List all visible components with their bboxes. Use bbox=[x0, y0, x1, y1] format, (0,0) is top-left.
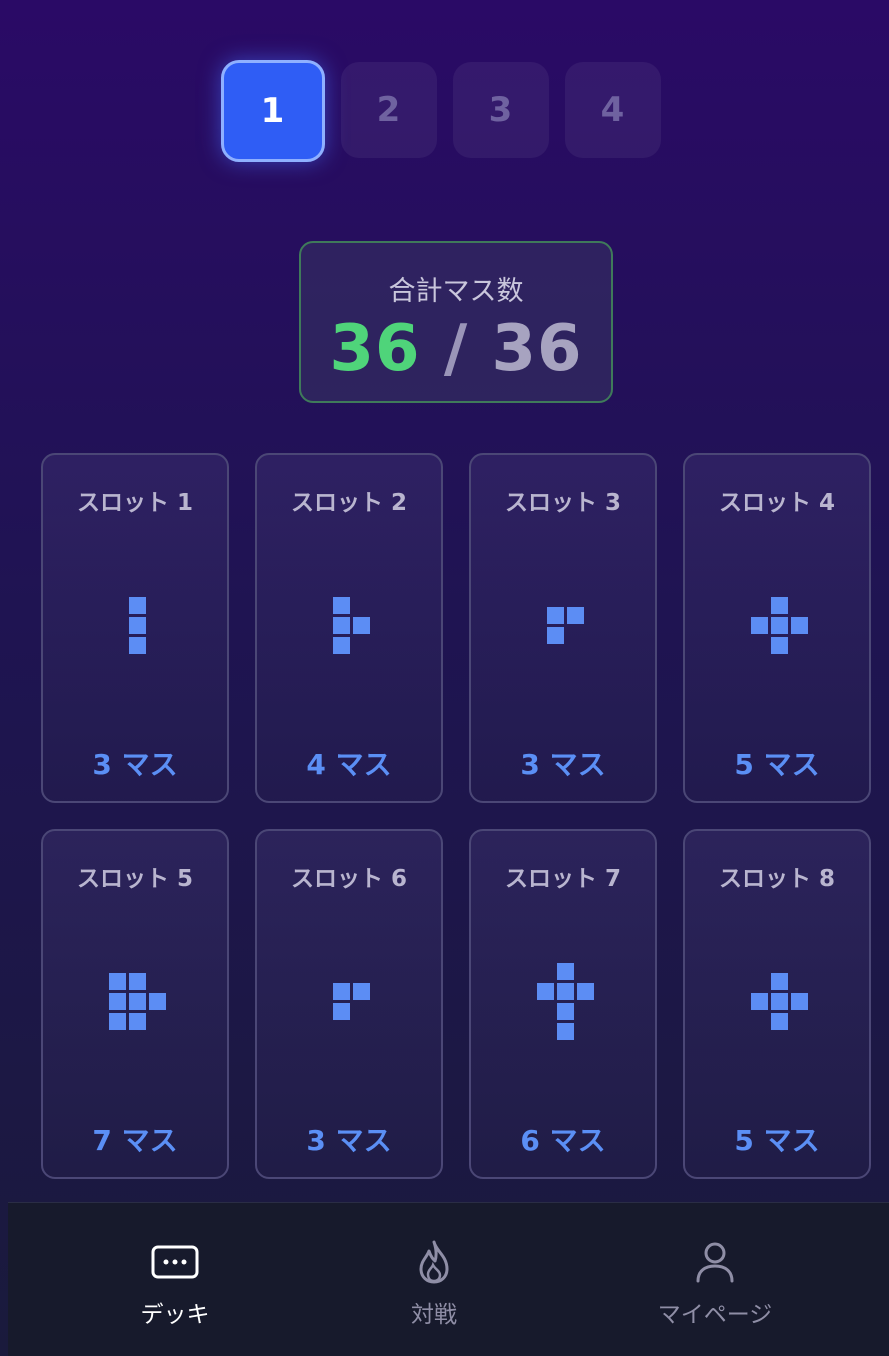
slot-title: スロット 1 bbox=[76, 490, 193, 516]
nav-item-battle[interactable]: 対戦 bbox=[334, 1237, 534, 1329]
nav-item-mypage[interactable]: マイページ bbox=[615, 1237, 815, 1329]
slot-grid: スロット 1 3 マス スロット 2 4 マス スロット 3 3 マス スロット… bbox=[41, 453, 871, 1179]
slot-card-1[interactable]: スロット 1 3 マス bbox=[41, 453, 229, 803]
slot-card-5[interactable]: スロット 5 7 マス bbox=[41, 829, 229, 1179]
slot-title: スロット 2 bbox=[290, 490, 407, 516]
slot-card-2[interactable]: スロット 2 4 マス bbox=[255, 453, 443, 803]
piece-shape-icon bbox=[471, 963, 655, 1041]
slot-cell-count: 3 マス bbox=[92, 748, 178, 781]
deck-tab-1[interactable]: 1 bbox=[220, 60, 325, 162]
piece-shape-icon bbox=[685, 595, 869, 665]
piece-shape-icon bbox=[685, 971, 869, 1041]
slot-title: スロット 6 bbox=[290, 866, 407, 892]
bottom-nav: デッキ 対戦 マイページ bbox=[8, 1202, 889, 1356]
slot-title: スロット 3 bbox=[504, 490, 621, 516]
piece-shape-icon bbox=[257, 595, 441, 665]
nav-item-deck[interactable]: デッキ bbox=[75, 1237, 275, 1329]
slot-card-7[interactable]: スロット 7 6 マス bbox=[469, 829, 657, 1179]
deck-icon bbox=[75, 1237, 275, 1287]
total-cells-current: 36 bbox=[329, 312, 421, 386]
nav-label: デッキ bbox=[140, 1302, 210, 1328]
total-cells-separator: / bbox=[443, 312, 469, 386]
piece-shape-icon bbox=[471, 595, 655, 665]
slot-card-4[interactable]: スロット 4 5 マス bbox=[683, 453, 871, 803]
slot-cell-count: 5 マス bbox=[734, 1124, 820, 1157]
flame-icon bbox=[334, 1237, 534, 1287]
slot-card-8[interactable]: スロット 8 5 マス bbox=[683, 829, 871, 1179]
slot-title: スロット 7 bbox=[504, 866, 621, 892]
deck-tab-3[interactable]: 3 bbox=[452, 62, 549, 158]
slot-card-3[interactable]: スロット 3 3 マス bbox=[469, 453, 657, 803]
slot-title: スロット 4 bbox=[718, 490, 835, 516]
slot-cell-count: 7 マス bbox=[92, 1124, 178, 1157]
total-cells-max: 36 bbox=[491, 312, 583, 386]
piece-shape-icon bbox=[43, 595, 227, 665]
slot-cell-count: 5 マス bbox=[734, 748, 820, 781]
deck-tab-2[interactable]: 2 bbox=[340, 62, 437, 158]
deck-tabs: 1 2 3 4 bbox=[0, 60, 889, 162]
total-cells-panel: 合計マス数 36 / 36 bbox=[299, 241, 613, 403]
slot-cell-count: 6 マス bbox=[520, 1124, 606, 1157]
piece-shape-icon bbox=[257, 971, 441, 1041]
slot-card-6[interactable]: スロット 6 3 マス bbox=[255, 829, 443, 1179]
slot-title: スロット 5 bbox=[76, 866, 193, 892]
user-icon bbox=[615, 1237, 815, 1287]
slot-cell-count: 3 マス bbox=[520, 748, 606, 781]
slot-cell-count: 4 マス bbox=[306, 748, 392, 781]
nav-label: マイページ bbox=[657, 1302, 773, 1328]
total-cells-value: 36 / 36 bbox=[301, 312, 611, 386]
slot-cell-count: 3 マス bbox=[306, 1124, 392, 1157]
deck-tab-4[interactable]: 4 bbox=[564, 62, 661, 158]
nav-label: 対戦 bbox=[411, 1302, 457, 1328]
piece-shape-icon bbox=[43, 971, 227, 1041]
total-cells-label: 合計マス数 bbox=[388, 276, 524, 307]
slot-title: スロット 8 bbox=[718, 866, 835, 892]
